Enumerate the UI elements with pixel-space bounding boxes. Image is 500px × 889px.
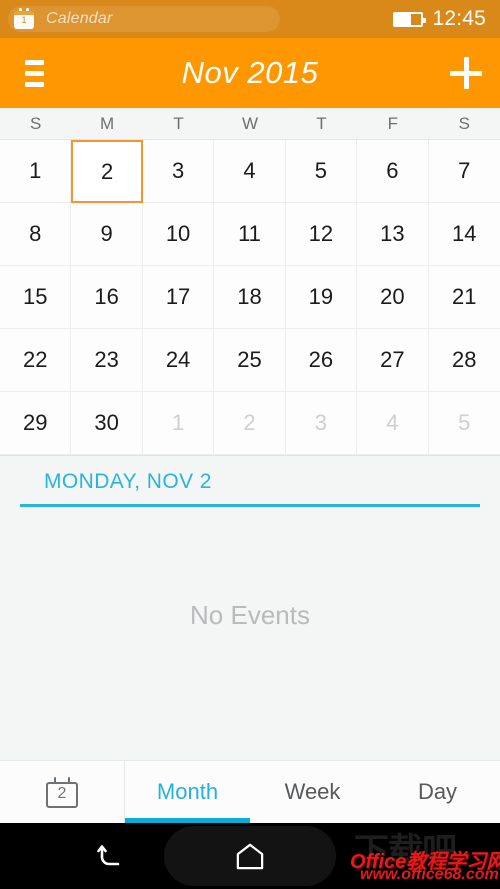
events-list: No Events <box>0 507 500 760</box>
day-cell[interactable]: 25 <box>214 329 286 392</box>
app-bar: Nov 2015 <box>0 38 500 108</box>
events-pane: MONDAY, NOV 2 No Events <box>0 456 500 760</box>
hamburger-bar-3 <box>24 81 44 87</box>
day-cell[interactable]: 4 <box>214 140 286 203</box>
day-cell[interactable]: 24 <box>142 329 215 392</box>
view-tabs: Month Week Day <box>125 761 500 823</box>
day-cell[interactable]: 28 <box>428 329 500 392</box>
day-cell[interactable]: 13 <box>357 203 429 266</box>
notification-pill[interactable]: 1 Calendar <box>8 6 280 32</box>
hamburger-menu-icon[interactable] <box>0 38 68 108</box>
day-cell[interactable]: 29 <box>0 392 72 455</box>
weekday-label-6: S <box>458 113 470 133</box>
site-watermark: 下载吧 Office教程学习网 www.office68.com <box>348 823 500 889</box>
day-cell[interactable]: 5 <box>428 392 500 455</box>
day-cell[interactable]: 20 <box>357 266 429 329</box>
day-cell[interactable]: 16 <box>71 266 143 329</box>
day-cell[interactable]: 14 <box>428 203 500 266</box>
watermark-site-url: www.office68.com <box>360 866 499 883</box>
back-arrow-icon[interactable] <box>94 839 128 873</box>
status-bar: 1 Calendar 12:45 <box>0 0 500 38</box>
battery-fill <box>395 13 412 25</box>
day-cell[interactable]: 27 <box>357 329 429 392</box>
day-cell[interactable]: 22 <box>0 329 72 392</box>
day-cell[interactable]: 15 <box>0 266 72 329</box>
day-cell[interactable]: 3 <box>285 392 358 455</box>
hamburger-bar-1 <box>24 59 44 65</box>
day-cell[interactable]: 8 <box>0 203 72 266</box>
notification-badge: 1 <box>21 15 27 25</box>
selected-date-header: MONDAY, NOV 2 <box>0 456 500 494</box>
today-button[interactable]: 2 <box>0 761 125 823</box>
today-badge: 2 <box>57 784 67 802</box>
day-cell[interactable]: 7 <box>428 140 500 203</box>
day-cell[interactable]: 17 <box>142 266 215 329</box>
day-cell[interactable]: 12 <box>285 203 358 266</box>
day-cell[interactable]: 2 <box>214 392 286 455</box>
day-cell[interactable]: 2 <box>71 140 143 203</box>
calendar-notification-icon: 1 <box>12 7 36 31</box>
battery-icon <box>393 11 427 27</box>
page-title: Nov 2015 <box>181 55 319 90</box>
watermark-backdrop-text: 下载吧 <box>354 832 457 871</box>
day-cell[interactable]: 19 <box>285 266 358 329</box>
weekday-label-3: W <box>241 113 259 133</box>
no-events-message: No Events <box>190 600 310 630</box>
calendar-app-screen: 1 Calendar 12:45 Nov 2015 SMTWTFS 123456… <box>0 0 500 889</box>
day-cell[interactable]: 23 <box>71 329 143 392</box>
selected-date-label: MONDAY, NOV 2 <box>44 470 212 493</box>
bottom-tab-bar: 2 Month Week Day <box>0 760 500 823</box>
tab-week[interactable]: Week <box>250 761 375 823</box>
tab-day[interactable]: Day <box>375 761 500 823</box>
hamburger-bar-2 <box>24 70 44 76</box>
day-cell[interactable]: 11 <box>214 203 286 266</box>
calendar-today-icon: 2 <box>46 776 78 808</box>
day-cell[interactable]: 1 <box>142 392 215 455</box>
day-cell[interactable]: 9 <box>71 203 143 266</box>
status-bar-right: 12:45 <box>393 7 486 31</box>
day-cell[interactable]: 4 <box>357 392 429 455</box>
day-cell[interactable]: 26 <box>285 329 358 392</box>
watermark-site-name: Office教程学习网 <box>350 851 500 873</box>
status-bar-clock: 12:45 <box>432 7 486 30</box>
weekday-label-2: T <box>173 113 184 133</box>
day-cell[interactable]: 21 <box>428 266 500 329</box>
day-cell[interactable]: 10 <box>142 203 215 266</box>
day-cell[interactable]: 30 <box>71 392 143 455</box>
plus-icon[interactable] <box>432 38 500 108</box>
notification-label: Calendar <box>46 10 113 27</box>
weekday-label-1: M <box>100 113 115 133</box>
weekday-label-5: F <box>387 113 399 133</box>
calendar-month-grid: 1 2 3 4 5 6 7 8 9 10 11 12 13 14 15 16 17 18 19 20 21 22 23 24 2… <box>0 140 500 456</box>
home-icon <box>236 843 264 870</box>
tab-month[interactable]: Month <box>125 761 250 823</box>
day-cell[interactable]: 1 <box>0 140 72 203</box>
weekday-label-4: T <box>316 113 327 133</box>
weekday-header-row: SMTWTFS <box>0 108 500 140</box>
day-cell[interactable]: 5 <box>285 140 358 203</box>
day-cell[interactable]: 6 <box>357 140 429 203</box>
home-button[interactable] <box>164 826 336 886</box>
weekday-label-0: S <box>30 113 42 133</box>
android-nav-bar: 下载吧 Office教程学习网 www.office68.com <box>0 823 500 889</box>
day-cell[interactable]: 3 <box>142 140 215 203</box>
day-cell[interactable]: 18 <box>214 266 286 329</box>
